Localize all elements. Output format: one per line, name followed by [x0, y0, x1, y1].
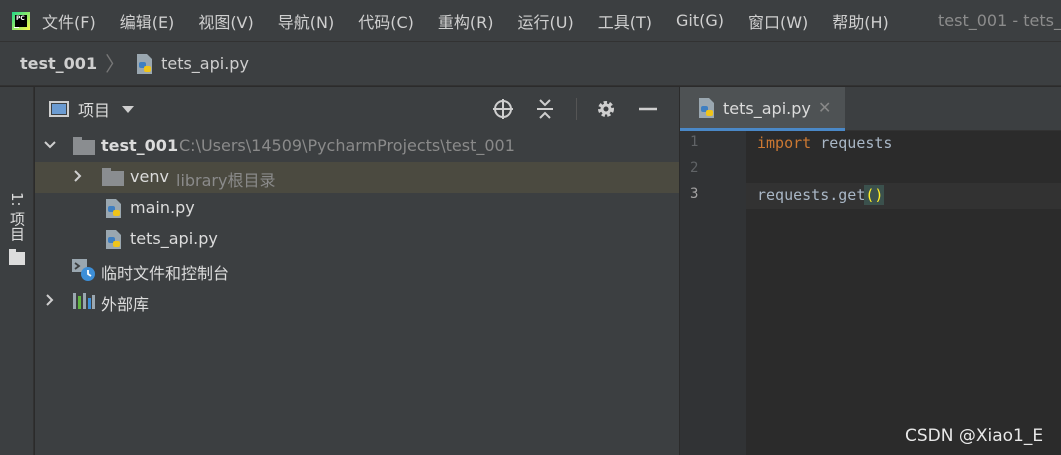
tree-item-label: venv [130, 167, 169, 186]
project-panel-title[interactable]: 项目 [78, 97, 110, 121]
tree-item-label: tets_api.py [130, 229, 218, 248]
pycharm-logo-icon: PC [12, 11, 30, 30]
folder-icon [73, 137, 95, 155]
minimize-icon[interactable] [637, 98, 659, 120]
python-file-icon [106, 230, 121, 249]
editor-tab-bar: tets_api.py ✕ [680, 87, 1061, 131]
tree-item-label: test_001 [101, 136, 179, 155]
folder-icon [102, 168, 124, 186]
code-line-1: import requests [757, 134, 892, 152]
menu-code[interactable]: 代码(C) [358, 9, 414, 33]
project-tool-tab[interactable]: 1: 项目 [6, 187, 28, 247]
tree-item-path: C:\Users\14509\PycharmProjects\test_001 [179, 136, 515, 155]
watermark: CSDN @Xiao1_E [905, 426, 1044, 446]
tree-row-tets-api-py[interactable]: tets_api.py [35, 224, 679, 255]
code-line-3: requests.get() [757, 185, 885, 205]
menu-refactor[interactable]: 重构(R) [438, 9, 494, 33]
tree-row-external-libraries[interactable]: 外部库 [35, 286, 679, 317]
code-keyword: import [757, 134, 812, 152]
tree-row-scratches[interactable]: 临时文件和控制台 [35, 255, 679, 286]
breadcrumb-separator-icon: 〉 [105, 51, 126, 76]
breadcrumb-file[interactable]: tets_api.py [161, 54, 249, 73]
code-editor[interactable]: import requests requests.get() [746, 131, 1061, 455]
line-number: 2 [690, 160, 699, 176]
tree-row-project-root[interactable]: test_001 C:\Users\14509\PycharmProjects\… [35, 131, 679, 162]
menu-navigate[interactable]: 导航(N) [278, 9, 334, 33]
breadcrumb-project[interactable]: test_001 [20, 54, 97, 73]
library-icon [73, 293, 95, 309]
python-file-icon [106, 199, 121, 218]
code-text: requests.get [757, 186, 866, 204]
chevron-down-icon[interactable] [122, 105, 135, 113]
menu-window[interactable]: 窗口(W) [748, 9, 808, 33]
python-file-icon [699, 98, 714, 118]
folder-icon[interactable] [9, 249, 25, 265]
python-file-icon [137, 53, 153, 74]
panel-toolbar [492, 87, 679, 131]
editor-tab-label: tets_api.py [723, 99, 811, 118]
project-panel: 项目 test_001 C:\Users\14509\PycharmProjec… [35, 87, 679, 455]
locate-target-icon[interactable] [492, 98, 514, 120]
chevron-down-icon[interactable] [43, 137, 57, 156]
menu-tools[interactable]: 工具(T) [598, 9, 652, 33]
breadcrumb: test_001 〉 tets_api.py [0, 42, 1061, 86]
toolbar-divider [576, 98, 577, 120]
gear-icon[interactable] [595, 98, 617, 120]
tree-item-path: library根目录 [176, 171, 276, 190]
tree-item-label: 临时文件和控制台 [101, 264, 230, 283]
chevron-right-icon[interactable] [71, 168, 85, 187]
tree-item-label: 外部库 [101, 295, 150, 314]
project-view-icon [49, 101, 69, 117]
line-number: 3 [690, 186, 699, 202]
menu-git[interactable]: Git(G) [676, 11, 724, 30]
project-panel-header: 项目 [35, 87, 679, 131]
project-tree: test_001 C:\Users\14509\PycharmProjects\… [35, 131, 679, 317]
collapse-all-icon[interactable] [534, 98, 556, 120]
menu-run[interactable]: 运行(U) [518, 9, 574, 33]
menu-help[interactable]: 帮助(H) [832, 9, 889, 33]
tree-row-venv[interactable]: venv library根目录 [35, 162, 679, 193]
menu-edit[interactable]: 编辑(E) [120, 9, 175, 33]
code-text: requests [811, 134, 893, 152]
editor-tab-tets-api[interactable]: tets_api.py ✕ [680, 87, 845, 131]
line-number-gutter: 1 2 3 [680, 131, 746, 455]
code-paren-close: ) [873, 185, 885, 205]
scratches-console-icon [72, 259, 95, 281]
menu-view[interactable]: 视图(V) [198, 9, 253, 33]
tree-item-label: main.py [130, 198, 195, 217]
window-title: test_001 - tets_ [938, 11, 1061, 30]
chevron-right-icon[interactable] [43, 292, 57, 311]
menu-bar: PC 文件(F) 编辑(E) 视图(V) 导航(N) 代码(C) 重构(R) 运… [0, 0, 1061, 42]
line-number: 1 [690, 134, 699, 150]
left-tool-stripe: 1: 项目 [0, 87, 34, 455]
menu-file[interactable]: 文件(F) [42, 9, 96, 33]
close-icon[interactable]: ✕ [818, 98, 831, 117]
tree-row-main-py[interactable]: main.py [35, 193, 679, 224]
